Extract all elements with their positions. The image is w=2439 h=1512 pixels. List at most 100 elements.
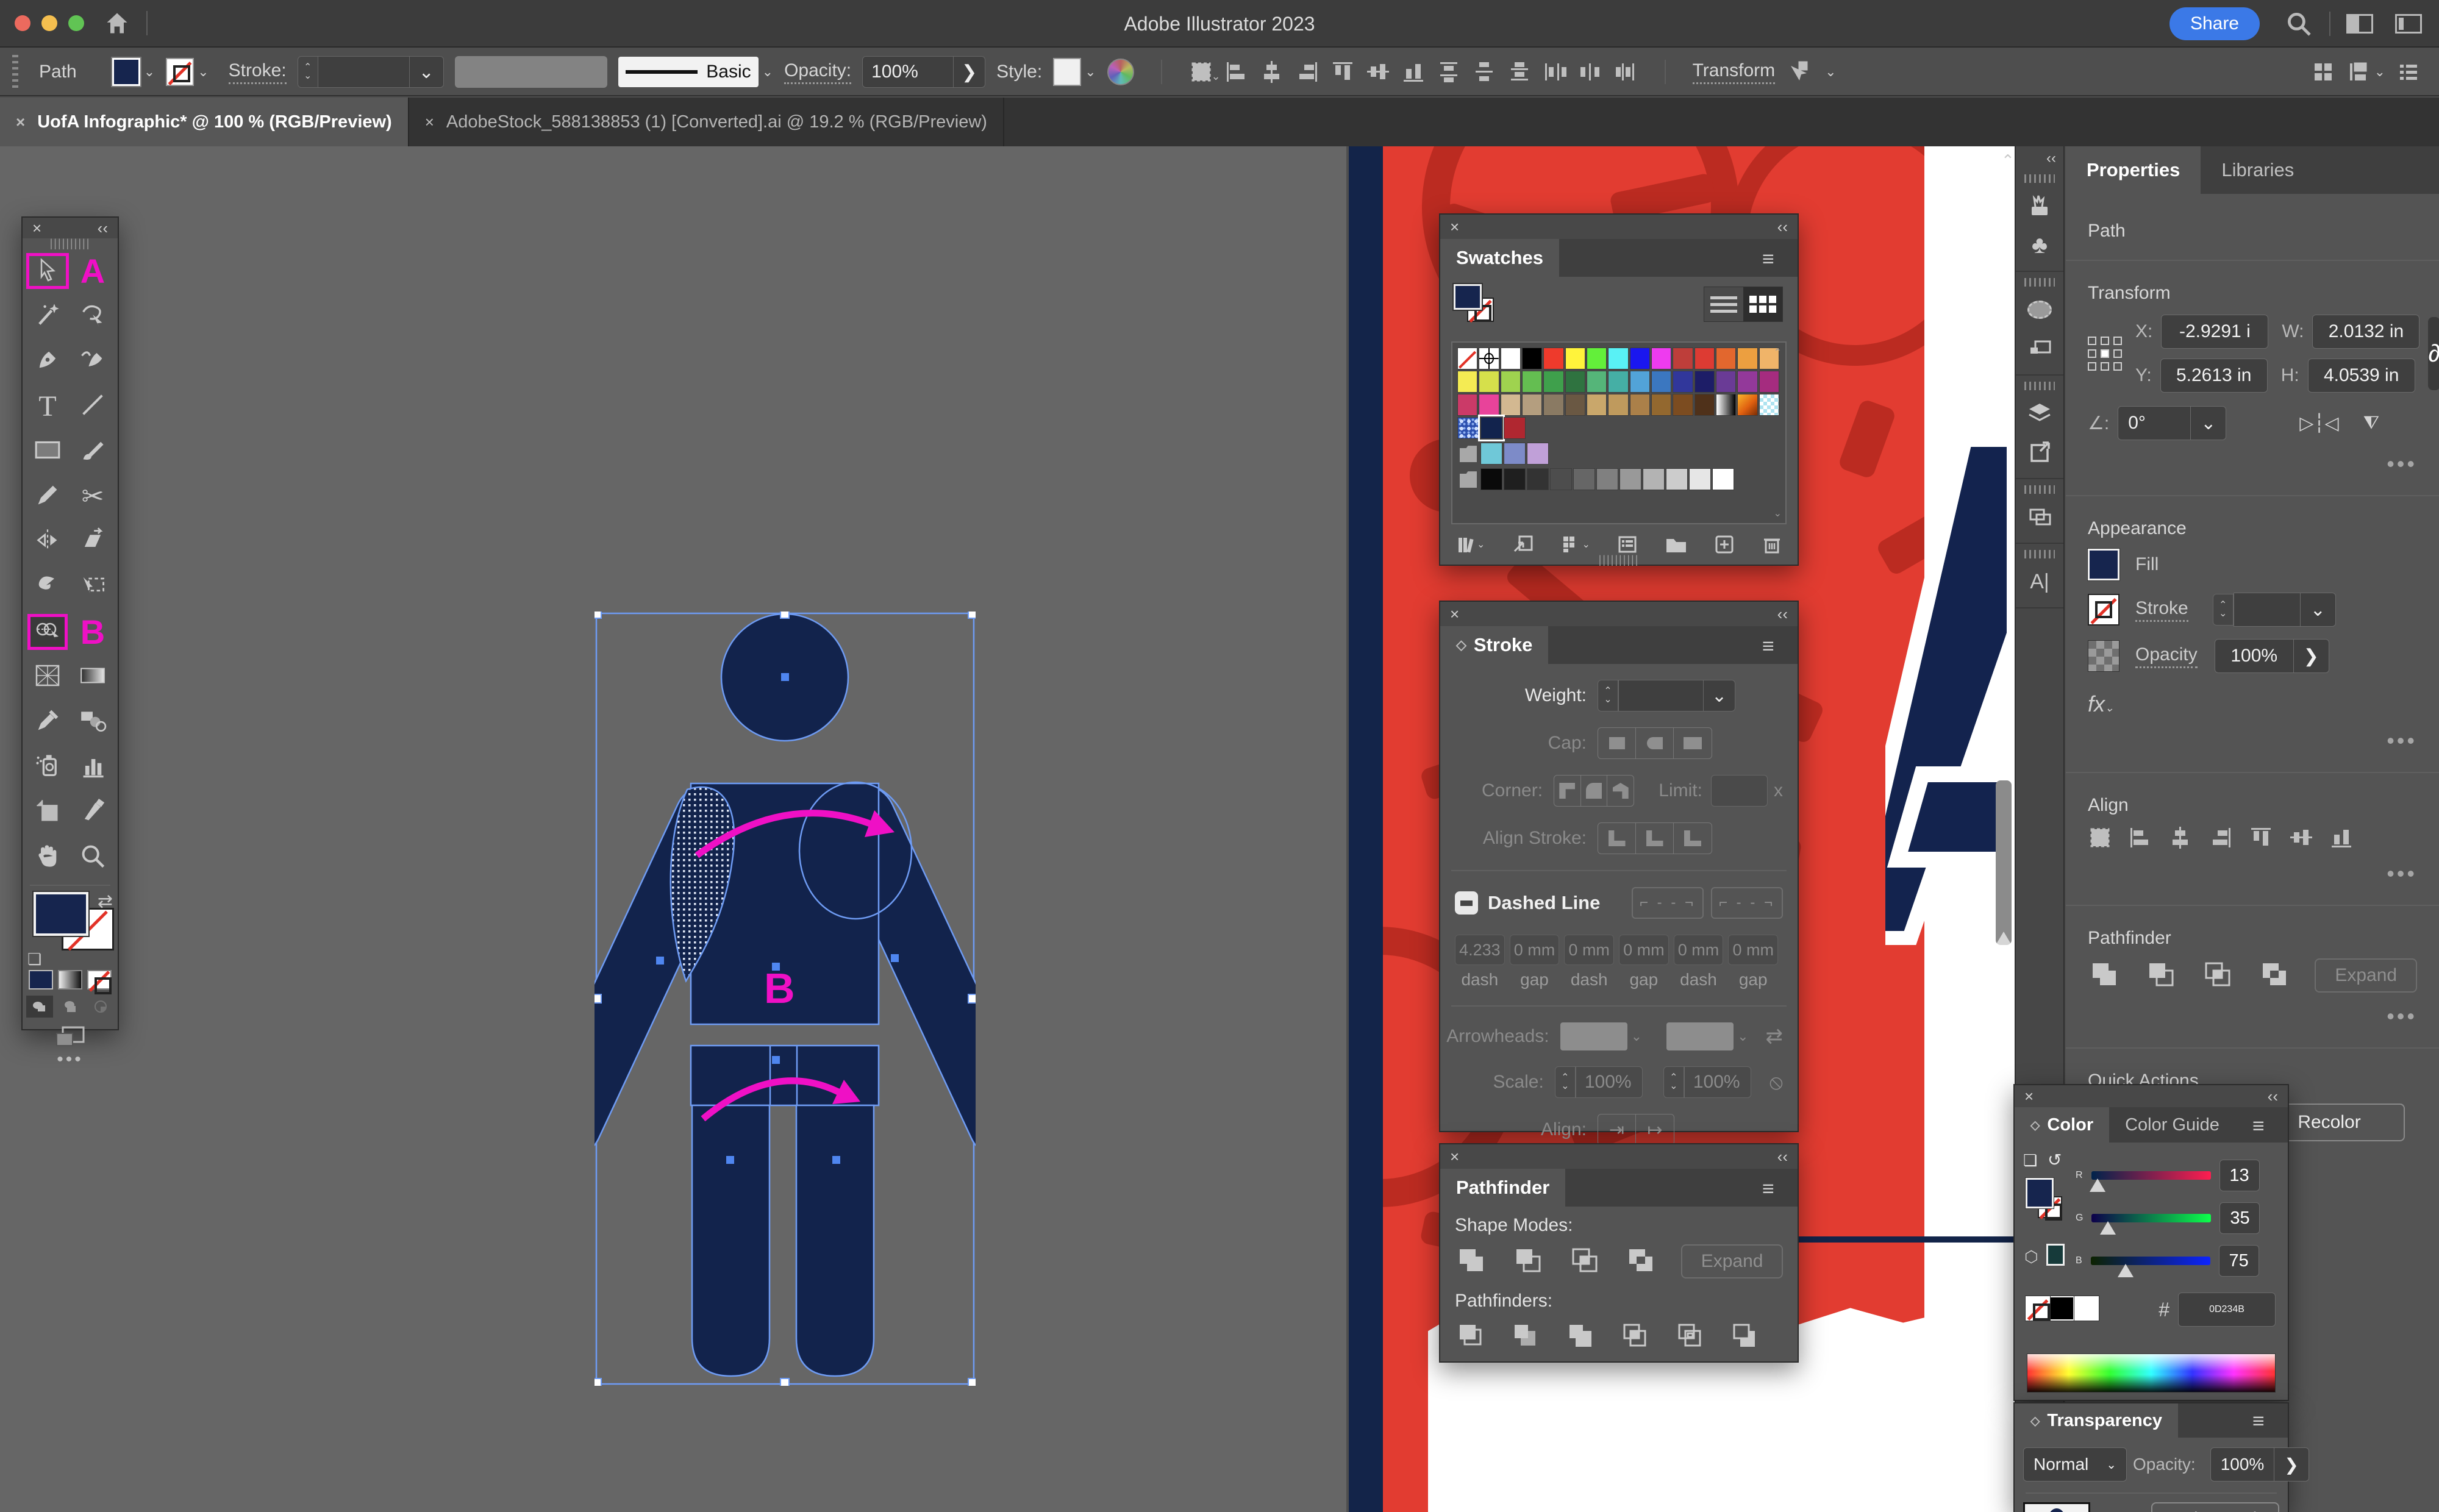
opacity-control[interactable]: 100%❯: [2210, 1447, 2309, 1482]
opacity-label[interactable]: Opacity:: [784, 60, 851, 84]
intersect-icon[interactable]: [2201, 958, 2237, 993]
tool-shape-builder[interactable]: [27, 614, 68, 650]
swatch[interactable]: [1522, 371, 1542, 393]
tool-line-segment[interactable]: [79, 391, 106, 421]
stroke-weight-control[interactable]: ⌃⌄⌄: [2213, 593, 2336, 627]
tool-symbol-sprayer[interactable]: [34, 752, 61, 782]
arrange-documents-icon[interactable]: [2346, 14, 2373, 34]
tool-pencil[interactable]: [34, 482, 61, 512]
tool-column-graph[interactable]: [79, 752, 106, 782]
align-top-icon[interactable]: [1330, 60, 1355, 84]
swatch[interactable]: [1522, 348, 1542, 369]
minus-front-icon[interactable]: [1512, 1244, 1548, 1278]
canvas-pasteboard[interactable]: B ×‹‹ |||||||||| A: [0, 146, 1346, 1512]
exclude-icon[interactable]: [1624, 1244, 1660, 1278]
swatch[interactable]: [1587, 371, 1607, 393]
fill-swatch[interactable]: [2088, 549, 2119, 580]
align-hcenter-icon[interactable]: [1260, 60, 1284, 84]
recolor-artwork-icon[interactable]: [1107, 59, 1134, 85]
minus-front-icon[interactable]: [2144, 958, 2180, 993]
swatch[interactable]: [1608, 394, 1628, 416]
swatch[interactable]: [1479, 348, 1499, 369]
panel-menu-icon[interactable]: ≡: [2252, 1410, 2277, 1433]
close-icon[interactable]: ×: [1450, 218, 1459, 237]
new-swatch-icon[interactable]: [1714, 534, 1735, 555]
h-field[interactable]: 4.0539 in: [2308, 358, 2415, 393]
swatch[interactable]: [1716, 371, 1736, 393]
r-slider[interactable]: [2091, 1171, 2211, 1180]
fill-proxy[interactable]: [1454, 284, 1482, 310]
swatch[interactable]: [1651, 348, 1671, 369]
tool-gradient[interactable]: [79, 665, 107, 690]
swatch[interactable]: [1673, 348, 1693, 369]
distribute-vtop-icon[interactable]: [1437, 60, 1461, 84]
transparency-panel-icon[interactable]: [2016, 290, 2063, 329]
reference-point-selector[interactable]: [2088, 337, 2122, 371]
fx-button[interactable]: fx⌄: [2088, 691, 2417, 717]
tool-blend[interactable]: [79, 708, 107, 736]
fill-swatch[interactable]: [112, 58, 140, 86]
fill-color-control[interactable]: ⌄: [112, 58, 155, 86]
brushes-panel-icon[interactable]: [2016, 187, 2063, 226]
rotation-dropdown[interactable]: 0°⌄: [2118, 406, 2226, 440]
tool-paintbrush[interactable]: [79, 437, 106, 466]
distribute-vcenter-icon[interactable]: [1472, 60, 1496, 84]
add-from-library-icon[interactable]: [1512, 534, 1534, 555]
gradient-mode-button[interactable]: [58, 970, 82, 990]
swatch[interactable]: [1666, 468, 1688, 490]
swatch[interactable]: [1565, 394, 1585, 416]
swatch[interactable]: [1689, 468, 1711, 490]
tab-stroke[interactable]: ◇Stroke: [1440, 626, 1548, 664]
swatch[interactable]: [1480, 443, 1502, 465]
tool-hand[interactable]: [34, 843, 61, 872]
vertical-scrollbar[interactable]: ⌃: [2002, 146, 2013, 1512]
align-to-icon[interactable]: [2088, 826, 2112, 850]
swatch[interactable]: [1550, 468, 1572, 490]
tool-selection[interactable]: [26, 253, 69, 289]
close-tab-icon[interactable]: ×: [16, 113, 25, 132]
scrollbar-thumb[interactable]: [1996, 780, 2012, 945]
swatch[interactable]: [1522, 394, 1542, 416]
stroke-weight-label[interactable]: Stroke:: [229, 60, 287, 84]
none-mode-button[interactable]: [87, 970, 112, 990]
r-value[interactable]: 13: [2219, 1160, 2260, 1191]
tab-transparency[interactable]: ◇Transparency: [2015, 1403, 2178, 1438]
close-icon[interactable]: ×: [2024, 1087, 2034, 1106]
collapse-icon[interactable]: ‹‹: [1777, 605, 1788, 624]
collapse-icon[interactable]: ‹‹: [1777, 1147, 1788, 1166]
tab-properties[interactable]: Properties: [2066, 146, 2201, 194]
isolate-selection-icon[interactable]: [1786, 60, 1810, 84]
swatch[interactable]: [1608, 371, 1628, 393]
x-field[interactable]: -2.9291 i: [2161, 315, 2268, 349]
export-panel-icon[interactable]: [2016, 433, 2063, 472]
fill-proxy-navy[interactable]: [34, 892, 88, 936]
unite-icon[interactable]: [2088, 958, 2124, 993]
align-right-icon[interactable]: [1295, 60, 1319, 84]
swatch[interactable]: [1673, 371, 1693, 393]
swatch[interactable]: [1630, 394, 1650, 416]
stroke-label[interactable]: Stroke: [2135, 598, 2188, 622]
new-color-group-icon[interactable]: [1665, 535, 1687, 554]
more-appearance-icon[interactable]: •••: [2088, 728, 2417, 754]
align-hcenter-icon[interactable]: [2168, 826, 2193, 850]
align-vcenter-icon[interactable]: [2289, 826, 2313, 850]
style-control[interactable]: ⌄: [1053, 58, 1096, 86]
swatch[interactable]: [1479, 394, 1499, 416]
selected-person-figure[interactable]: B: [595, 612, 976, 1386]
tool-artboard-select[interactable]: [79, 572, 106, 602]
swatch-group-folder[interactable]: [1457, 468, 1479, 490]
hex-field[interactable]: 0D234B: [2178, 1293, 2276, 1327]
tool-rectangle[interactable]: [34, 438, 62, 465]
more-options-icon[interactable]: •••: [2088, 451, 2417, 477]
tool-curvature[interactable]: [79, 346, 106, 376]
swatch[interactable]: [1479, 371, 1499, 393]
flip-vertical-icon[interactable]: ⧨: [2363, 413, 2380, 433]
delete-swatch-icon[interactable]: [1762, 534, 1782, 555]
divide-icon[interactable]: [1455, 1320, 1489, 1354]
controlbar-grip[interactable]: [12, 55, 18, 89]
b-slider[interactable]: [2091, 1257, 2210, 1265]
scroll-up-icon[interactable]: ⌃: [2001, 151, 2015, 170]
color-mode-button[interactable]: [29, 970, 53, 990]
arrange-panel-icon[interactable]: [2016, 497, 2063, 537]
swatch[interactable]: [1573, 468, 1595, 490]
